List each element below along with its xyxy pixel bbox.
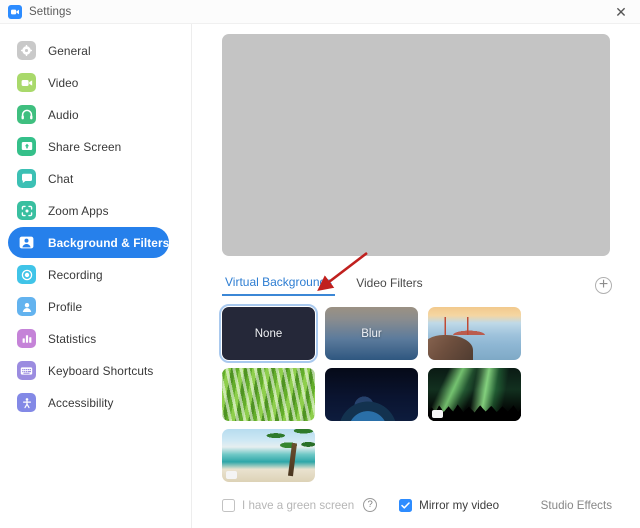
thumbnail-badge	[226, 471, 237, 479]
help-circle-icon[interactable]: ?	[363, 498, 378, 512]
close-icon[interactable]: ✕	[608, 2, 634, 22]
sidebar-item-chat[interactable]: Chat	[8, 163, 169, 194]
sidebar-item-label: Recording	[48, 267, 103, 282]
sidebar-item-profile[interactable]: Profile	[8, 291, 169, 322]
window-body: General Video Audio Share Screen Chat Zo…	[0, 24, 640, 528]
background-filters-panel: Virtual Backgrounds Video Filters + None…	[192, 24, 640, 528]
mirror-video-option[interactable]: Mirror my video	[399, 498, 500, 512]
sidebar-item-label: Accessibility	[48, 395, 114, 410]
sidebar-item-label: Background & Filters	[48, 235, 170, 250]
sidebar-item-statistics[interactable]: Statistics	[8, 323, 169, 354]
sidebar-item-label: Video	[48, 75, 79, 90]
green-screen-option[interactable]: I have a green screen	[222, 498, 355, 512]
background-thumbnail-grass[interactable]	[222, 368, 315, 421]
sidebar-item-label: Chat	[48, 171, 74, 186]
background-thumbnail-grid: None Blur	[219, 304, 622, 482]
sidebar-item-label: Profile	[48, 299, 83, 314]
zoom-logo-icon	[8, 4, 22, 19]
person-frame-icon	[17, 233, 36, 252]
thumbnail-badge	[432, 410, 443, 418]
background-thumbnail-blur[interactable]: Blur	[325, 307, 418, 360]
tab-virtual-backgrounds[interactable]: Virtual Backgrounds	[222, 275, 336, 296]
sidebar-item-recording[interactable]: Recording	[8, 259, 169, 290]
sidebar-item-audio[interactable]: Audio	[8, 99, 169, 130]
camera-icon	[17, 73, 36, 92]
thumbnail-label: None	[254, 327, 283, 340]
sidebar-item-background-and-filters[interactable]: Background & Filters	[8, 227, 169, 258]
mirror-video-checkbox[interactable]	[399, 498, 413, 512]
accessibility-icon	[17, 393, 36, 412]
background-thumbnail-aurora[interactable]	[428, 368, 521, 421]
zoom-apps-icon	[17, 201, 36, 220]
share-screen-icon	[17, 137, 36, 156]
sidebar-item-label: Share Screen	[48, 139, 122, 154]
sidebar-item-accessibility[interactable]: Accessibility	[8, 387, 169, 418]
gear-icon	[17, 41, 36, 60]
window-title: Settings	[29, 5, 72, 18]
sidebar-item-keyboard-shortcuts[interactable]: Keyboard Shortcuts	[8, 355, 169, 386]
person-icon	[17, 297, 36, 316]
video-preview[interactable]	[222, 34, 610, 256]
background-thumbnail-earth-from-space[interactable]	[325, 368, 418, 421]
sidebar-item-label: Zoom Apps	[48, 203, 109, 218]
sidebar-item-label: General	[48, 43, 91, 58]
headphones-icon	[17, 105, 36, 124]
background-thumbnail-beach[interactable]	[222, 429, 315, 482]
bottom-options-bar: I have a green screen ? Mirror my video …	[222, 484, 618, 528]
sidebar-item-label: Statistics	[48, 331, 97, 346]
thumbnail-label: Blur	[361, 327, 382, 340]
mirror-video-label: Mirror my video	[419, 498, 500, 512]
tab-video-filters[interactable]: Video Filters	[353, 276, 425, 295]
background-thumbnail-golden-gate-bridge[interactable]	[428, 307, 521, 360]
sidebar-item-general[interactable]: General	[8, 35, 169, 66]
title-bar: Settings ✕	[0, 0, 640, 24]
keyboard-icon	[17, 361, 36, 380]
settings-window: Settings ✕ General Video Audio Share Scr…	[0, 0, 640, 528]
sidebar-item-video[interactable]: Video	[8, 67, 169, 98]
sidebar-item-share-screen[interactable]: Share Screen	[8, 131, 169, 162]
sidebar-item-label: Keyboard Shortcuts	[48, 363, 154, 378]
green-screen-label: I have a green screen	[242, 498, 355, 512]
studio-effects-button[interactable]: Studio Effects	[541, 499, 612, 512]
chat-bubble-icon	[17, 169, 36, 188]
green-screen-checkbox[interactable]	[222, 498, 235, 512]
sidebar-item-label: Audio	[48, 107, 79, 122]
record-icon	[17, 265, 36, 284]
plus-circle-icon[interactable]: +	[595, 276, 612, 294]
sidebar-item-zoom-apps[interactable]: Zoom Apps	[8, 195, 169, 226]
settings-sidebar: General Video Audio Share Screen Chat Zo…	[0, 24, 192, 528]
bar-chart-icon	[17, 329, 36, 348]
tab-bar: Virtual Backgrounds Video Filters +	[222, 272, 618, 298]
background-thumbnail-none[interactable]: None	[219, 304, 318, 363]
